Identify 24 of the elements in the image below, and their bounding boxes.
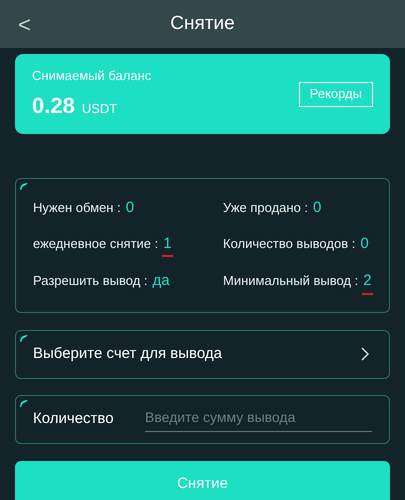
stat-value: 1 (162, 232, 173, 257)
stat-label: Минимальный вывод : (223, 272, 358, 290)
amount-label: Количество (33, 408, 115, 429)
balance-label: Снимаемый баланс (32, 66, 152, 85)
balance-amount: 0.28 (32, 92, 75, 120)
balance-unit: USDT (82, 100, 118, 118)
corner-icon (20, 183, 28, 190)
stat-value: 0 (124, 198, 136, 218)
stat-label: Уже продано : (223, 199, 308, 217)
back-button[interactable]: < (18, 8, 31, 40)
stat-value: 0 (312, 198, 322, 218)
stat-value: 0 (359, 234, 370, 254)
chevron-right-icon (361, 347, 369, 361)
account-select[interactable]: Выберите счет для вывода (15, 330, 390, 378)
stat-value: 2 (362, 270, 373, 294)
stat-label: Нужен обмен : (33, 199, 121, 217)
amount-field[interactable]: Введите сумму вывода (145, 406, 372, 432)
page-title: Снятие (170, 12, 235, 36)
stat-label: Количество выводов : (223, 234, 356, 253)
stat-value: да (152, 271, 171, 291)
stat-label: ежедневное снятие : (33, 234, 158, 253)
corner-icon (20, 334, 28, 342)
stat-label: Разрешить вывод : (33, 272, 148, 290)
corner-icon (20, 400, 28, 406)
